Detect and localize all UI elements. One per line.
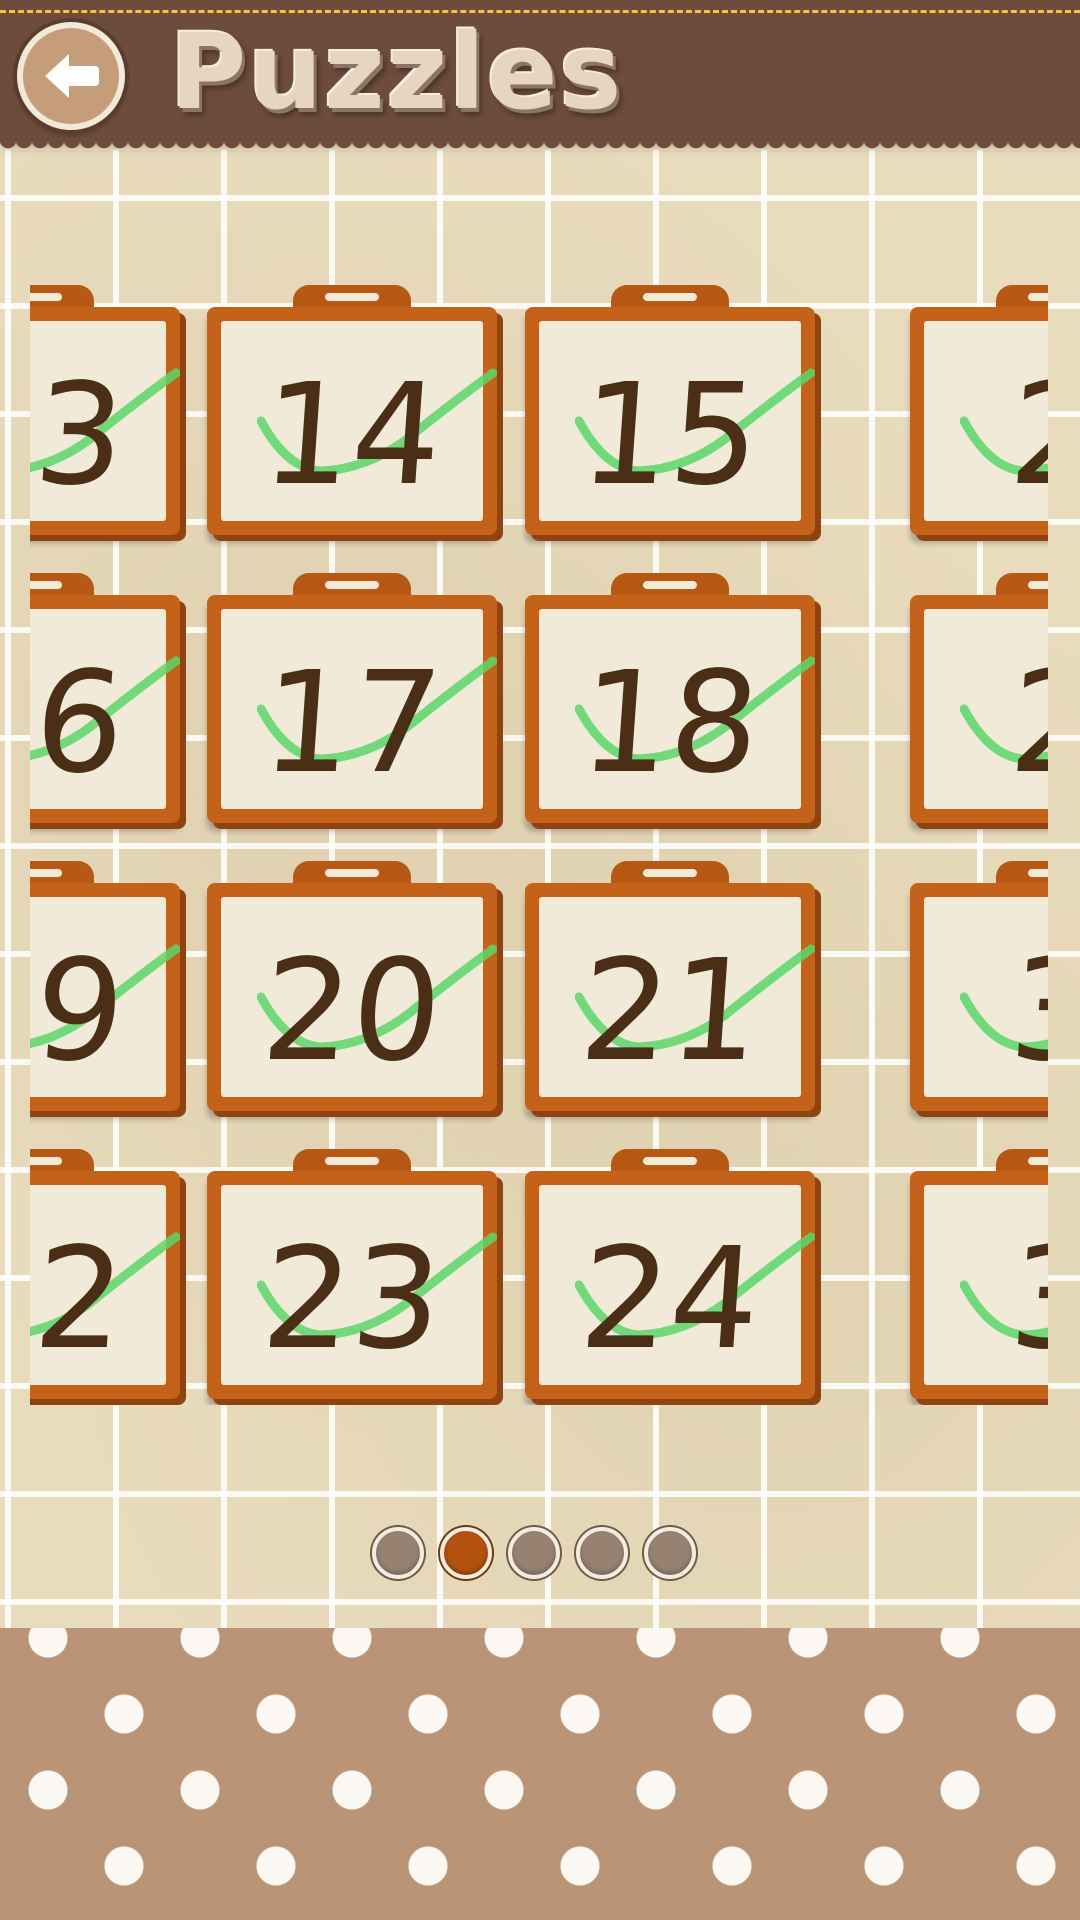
card-frame: 14 [207, 307, 497, 535]
page-dot[interactable] [508, 1527, 560, 1579]
level-card[interactable]: 13 [30, 285, 180, 535]
card-paper: 3 [924, 897, 1048, 1097]
level-number: 2 [1004, 354, 1048, 517]
card-frame: 17 [207, 595, 497, 823]
level-number: 21 [575, 930, 765, 1093]
level-number: 18 [575, 642, 765, 805]
page-dot-active[interactable] [440, 1527, 492, 1579]
level-number: 24 [575, 1218, 765, 1381]
card-paper: 22 [30, 1185, 180, 1385]
card-paper: 2 [924, 321, 1048, 521]
level-card[interactable]: 23 [207, 1149, 497, 1399]
level-card[interactable]: 18 [525, 573, 815, 823]
level-card[interactable]: 2 [910, 573, 1048, 823]
page-dot[interactable] [644, 1527, 696, 1579]
back-button[interactable] [17, 22, 125, 130]
card-paper: 3 [924, 1185, 1048, 1385]
card-frame: 2 [910, 307, 1048, 535]
card-paper: 23 [221, 1185, 497, 1385]
card-paper: 21 [539, 897, 815, 1097]
card-paper: 18 [539, 609, 815, 809]
level-card[interactable]: 22 [30, 1149, 180, 1399]
level-number: 20 [257, 930, 447, 1093]
card-paper: 24 [539, 1185, 815, 1385]
card-frame: 13 [30, 307, 180, 535]
card-frame: 3 [910, 1171, 1048, 1399]
level-card[interactable]: 14 [207, 285, 497, 535]
level-number: 2 [1004, 642, 1048, 805]
card-paper: 13 [30, 321, 180, 521]
card-paper: 19 [30, 897, 180, 1097]
card-paper: 20 [221, 897, 497, 1097]
card-frame: 2 [910, 595, 1048, 823]
level-card[interactable]: 15 [525, 285, 815, 535]
level-number: 19 [30, 930, 130, 1093]
page-dot[interactable] [372, 1527, 424, 1579]
card-frame: 3 [910, 883, 1048, 1111]
card-frame: 15 [525, 307, 815, 535]
page-dot[interactable] [576, 1527, 628, 1579]
level-card[interactable]: 3 [910, 1149, 1048, 1399]
level-card[interactable]: 21 [525, 861, 815, 1111]
level-grid: 13 14 15 2 16 17 18 2 19 20 21 3 22 23 24 3 [30, 285, 1048, 1405]
level-number: 17 [257, 642, 447, 805]
card-frame: 20 [207, 883, 497, 1111]
back-arrow-icon [45, 54, 99, 98]
level-card[interactable]: 16 [30, 573, 180, 823]
card-frame: 16 [30, 595, 180, 823]
card-frame: 19 [30, 883, 180, 1111]
card-paper: 14 [221, 321, 497, 521]
card-frame: 18 [525, 595, 815, 823]
page-indicator [372, 1527, 696, 1579]
level-card[interactable]: 2 [910, 285, 1048, 535]
level-number: 13 [30, 354, 130, 517]
card-frame: 21 [525, 883, 815, 1111]
card-frame: 22 [30, 1171, 180, 1399]
page-title: Puzzles [170, 11, 624, 133]
card-frame: 23 [207, 1171, 497, 1399]
level-number: 3 [1004, 930, 1048, 1093]
level-number: 16 [30, 642, 130, 805]
level-number: 3 [1004, 1218, 1048, 1381]
card-paper: 2 [924, 609, 1048, 809]
level-card[interactable]: 19 [30, 861, 180, 1111]
level-number: 14 [257, 354, 447, 517]
level-card[interactable]: 24 [525, 1149, 815, 1399]
level-number: 15 [575, 354, 765, 517]
header-scallop-edge [0, 140, 1080, 154]
polka-dot-footer [0, 1628, 1080, 1920]
card-paper: 16 [30, 609, 180, 809]
level-card[interactable]: 17 [207, 573, 497, 823]
card-frame: 24 [525, 1171, 815, 1399]
level-number: 22 [30, 1218, 130, 1381]
header-bar: Puzzles [0, 0, 1080, 140]
level-card[interactable]: 20 [207, 861, 497, 1111]
level-number: 23 [257, 1218, 447, 1381]
level-card[interactable]: 3 [910, 861, 1048, 1111]
card-paper: 15 [539, 321, 815, 521]
card-paper: 17 [221, 609, 497, 809]
